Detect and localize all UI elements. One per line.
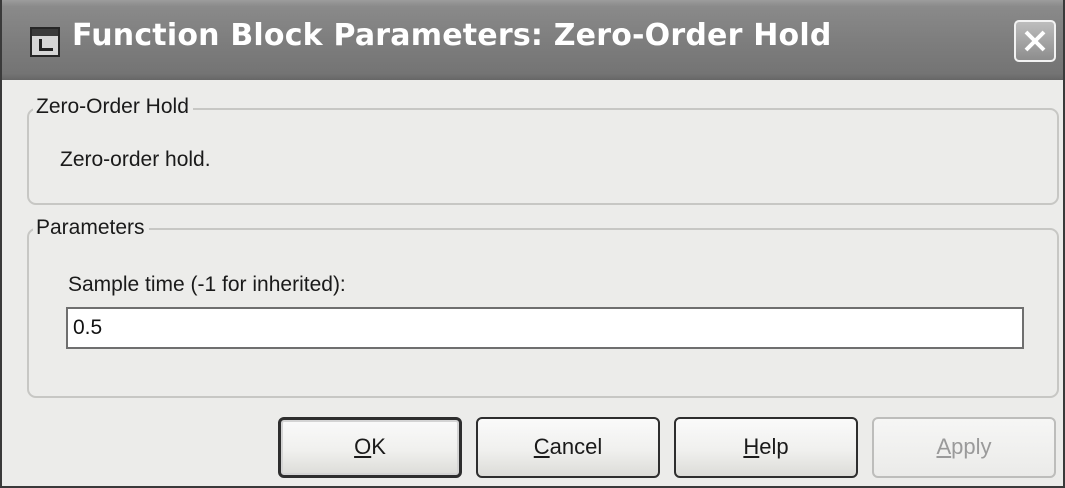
window-title: Function Block Parameters: Zero-Order Ho…: [72, 18, 832, 53]
description-group-legend: Zero-Order Hold: [33, 95, 193, 119]
apply-button[interactable]: Apply: [872, 417, 1056, 478]
cancel-button[interactable]: Cancel: [476, 417, 660, 478]
apply-button-label: pply: [951, 434, 992, 459]
ok-button-label: K: [371, 434, 386, 459]
apply-button-mnemonic: A: [936, 434, 952, 459]
help-button[interactable]: Help: [674, 417, 858, 478]
parameters-group-legend: Parameters: [33, 216, 149, 240]
sample-time-label: Sample time (-1 for inherited):: [68, 273, 346, 296]
dialog-window: Function Block Parameters: Zero-Order Ho…: [0, 0, 1065, 488]
cancel-button-mnemonic: C: [533, 434, 550, 459]
ok-button[interactable]: OK: [278, 417, 462, 478]
help-button-mnemonic: H: [743, 434, 760, 459]
help-button-label: elp: [759, 434, 789, 459]
close-button[interactable]: [1014, 20, 1056, 62]
close-icon: [1024, 30, 1046, 52]
ok-button-mnemonic: O: [354, 434, 372, 459]
block-description: Zero-order hold.: [60, 148, 211, 171]
cancel-button-label: ancel: [549, 434, 603, 459]
title-bar[interactable]: Function Block Parameters: Zero-Order Ho…: [2, 0, 1063, 80]
block-parameters-icon: [30, 27, 60, 57]
sample-time-input[interactable]: [66, 307, 1024, 349]
